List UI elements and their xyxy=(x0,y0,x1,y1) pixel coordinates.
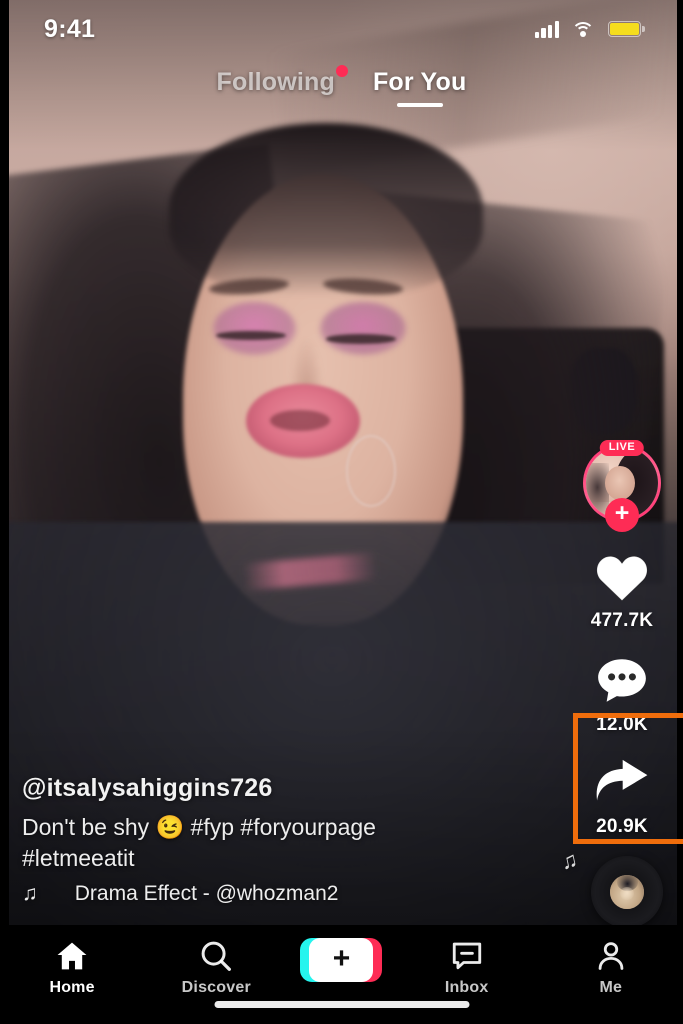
status-icons xyxy=(534,20,645,38)
nav-label-me: Me xyxy=(599,979,623,996)
share-count: 20.9K xyxy=(596,816,648,837)
status-bar: 9:41 xyxy=(0,0,683,58)
nav-item-me[interactable]: Me xyxy=(551,938,671,997)
like-count: 477.7K xyxy=(590,610,654,631)
wifi-icon xyxy=(571,21,595,38)
share-button[interactable]: 20.9K xyxy=(592,758,652,838)
home-indicator xyxy=(214,1001,469,1008)
nav-item-inbox[interactable]: Inbox xyxy=(407,938,527,997)
battery-fill xyxy=(610,23,639,35)
following-badge-dot xyxy=(335,65,348,77)
music-note-icon: ♫ xyxy=(22,882,38,905)
video-subject-earring xyxy=(346,435,397,507)
comment-bubble-icon xyxy=(593,654,651,711)
music-disc-artwork xyxy=(610,875,644,909)
action-rail: LIVE + 477.7K 12.0K 20.9K xyxy=(575,440,669,860)
create-video-button[interactable]: + xyxy=(300,938,383,982)
video-caption: Don't be shy 😉 #fyp #foryourpage #letmee… xyxy=(22,814,376,871)
create-button-face: + xyxy=(309,938,374,982)
tab-following[interactable]: Following xyxy=(215,64,348,97)
nav-item-discover[interactable]: Discover xyxy=(156,938,276,997)
like-button[interactable]: 477.7K xyxy=(591,548,653,632)
follow-plus-label: + xyxy=(614,499,630,527)
tab-for-you-label: For You xyxy=(372,68,467,96)
video-subject-mouth xyxy=(269,409,330,432)
live-badge: LIVE xyxy=(599,440,645,456)
tab-following-label: Following xyxy=(216,68,335,96)
video-info-block: @itsalysahiggins726 Don't be shy 😉 #fyp … xyxy=(22,774,492,906)
nav-label-inbox: Inbox xyxy=(444,979,489,996)
share-arrow-icon xyxy=(592,758,652,813)
video-subject-eyeshadow-left xyxy=(212,302,297,356)
phone-screen: 9:41 Following For You LIVE + 477.7K 12.… xyxy=(0,0,683,1024)
status-time: 9:41 xyxy=(44,14,96,43)
nav-label-home: Home xyxy=(49,979,95,996)
comment-button[interactable]: 12.0K xyxy=(593,654,651,736)
music-title: Drama Effect - @whozman2 xyxy=(74,882,339,905)
comment-count: 12.0K xyxy=(596,714,648,735)
heart-icon xyxy=(592,548,652,607)
battery-icon xyxy=(607,21,645,37)
video-subject-lash-right xyxy=(326,333,397,344)
create-plus-label: + xyxy=(332,941,351,975)
music-disc-button[interactable] xyxy=(591,856,663,928)
tab-for-you[interactable]: For You xyxy=(371,64,469,107)
tab-active-underline xyxy=(396,103,443,107)
inbox-icon xyxy=(450,938,484,974)
bottom-navigation-bar: Home Discover + Inbox Me xyxy=(0,925,683,1024)
search-icon xyxy=(199,938,233,974)
creator-handle[interactable]: @itsalysahiggins726 xyxy=(22,774,492,803)
cellular-bars-icon xyxy=(534,20,559,38)
follow-button[interactable]: + xyxy=(605,498,639,532)
feed-tabs: Following For You xyxy=(0,64,683,107)
nav-item-home[interactable]: Home xyxy=(12,938,132,997)
music-row[interactable]: ♫ Drama Effect - @whozman2 xyxy=(22,882,452,906)
person-icon xyxy=(595,938,627,974)
home-icon xyxy=(55,938,89,974)
nav-label-discover: Discover xyxy=(181,979,251,996)
creator-avatar[interactable]: LIVE + xyxy=(583,440,661,532)
